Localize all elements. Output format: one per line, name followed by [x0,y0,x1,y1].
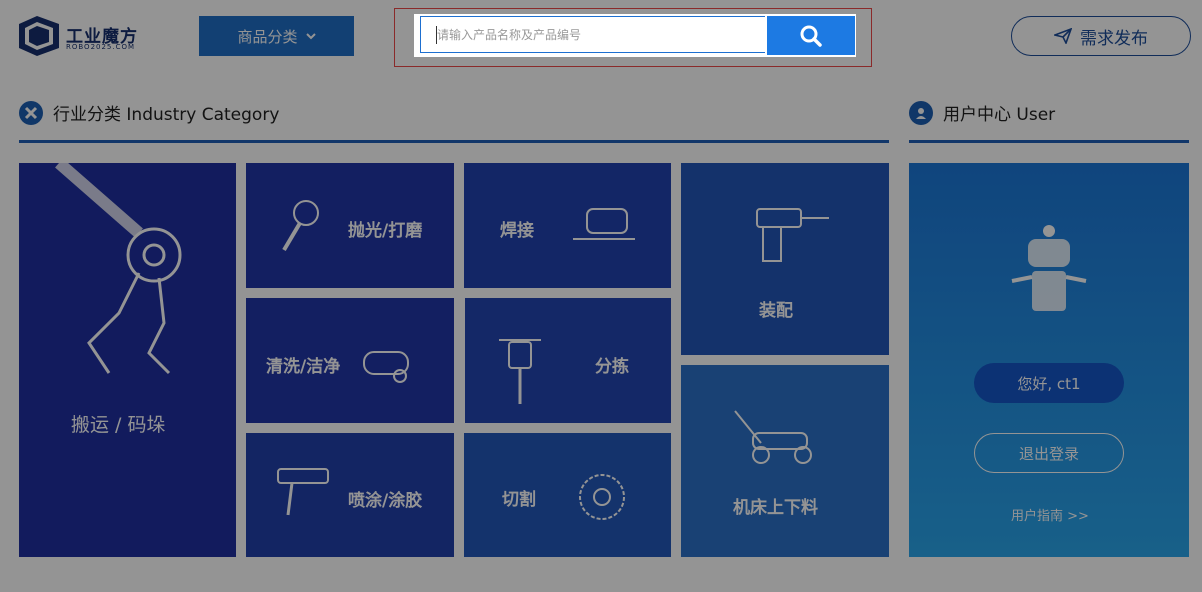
modal-overlay[interactable] [0,0,1202,592]
text-cursor [436,26,437,44]
search-placeholder: 请输入产品名称及产品编号 [437,28,582,42]
search-input[interactable]: 请输入产品名称及产品编号 [420,16,765,53]
search-button[interactable] [767,16,855,55]
search-icon [800,25,822,47]
